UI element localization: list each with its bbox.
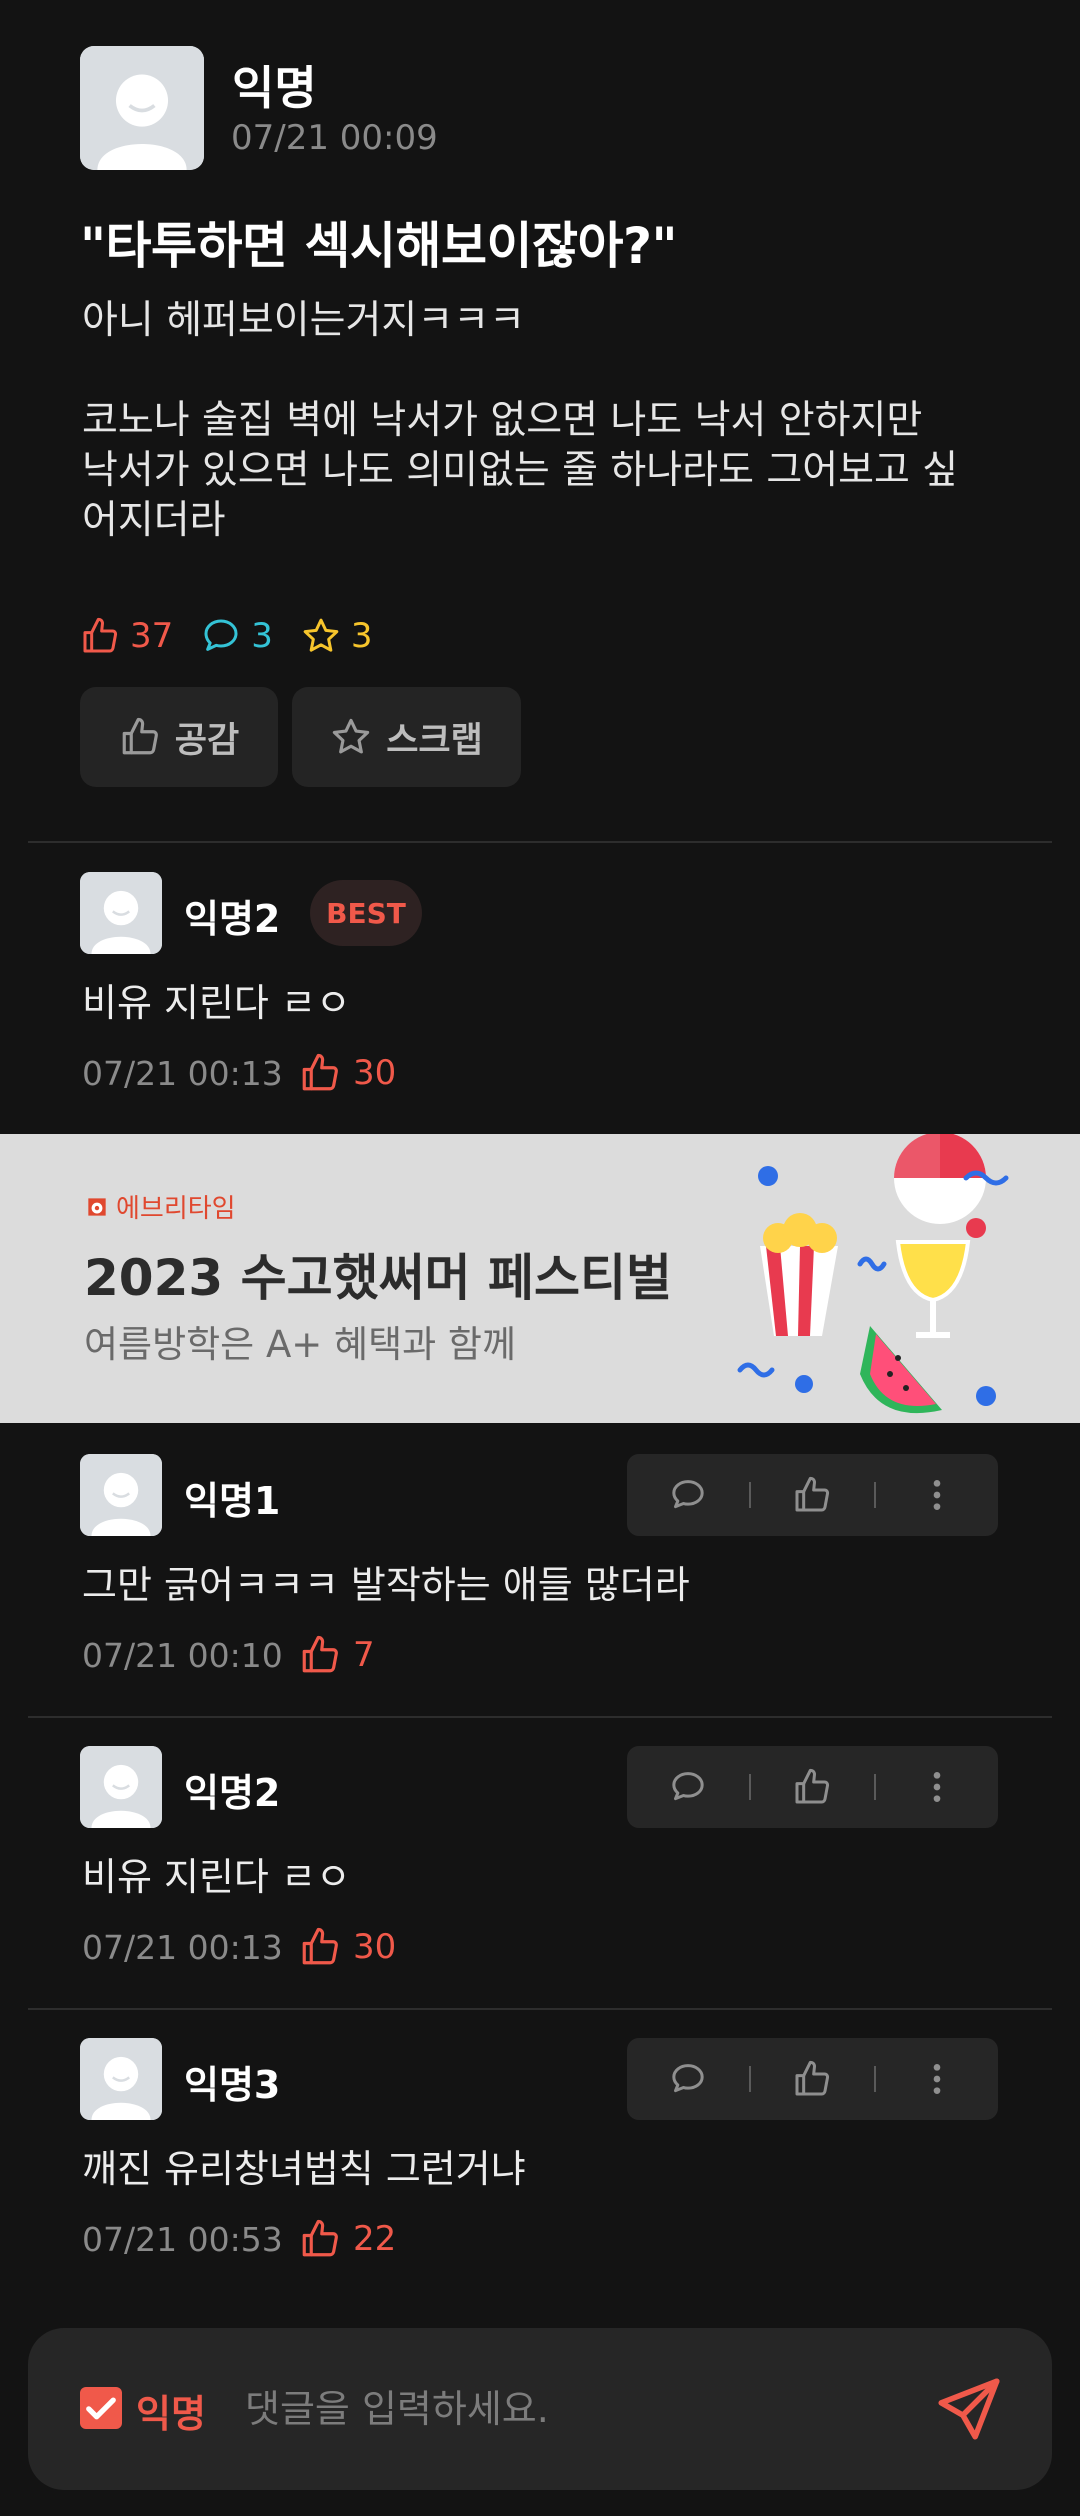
- more-vertical-icon: [933, 2064, 941, 2094]
- comment-icon: [672, 2064, 704, 2093]
- comment-actions: [627, 2038, 998, 2120]
- thumbs-up-icon: [795, 1476, 830, 1512]
- like-button[interactable]: 공감: [80, 687, 278, 787]
- thumbs-up-icon: [302, 1927, 338, 1965]
- comment-text: 비유 지린다 ㄹㅇ: [82, 1855, 351, 1899]
- send-button[interactable]: [932, 2372, 1006, 2446]
- anonymous-checkbox[interactable]: [80, 2387, 122, 2429]
- scrap-button-label: 스크랩: [386, 720, 483, 761]
- best-badge: BEST: [310, 880, 422, 946]
- comment-likes: 22: [299, 2218, 396, 2260]
- more-options-button[interactable]: [876, 1746, 998, 1828]
- like-count-value: 7: [353, 1635, 375, 1675]
- reply-button[interactable]: [627, 2038, 749, 2120]
- thumbs-up-icon: [122, 717, 158, 755]
- ad-brand-label: 에브리타임: [116, 1194, 236, 1224]
- post-scrap-count: 3: [301, 616, 373, 656]
- comment-actions: [627, 1746, 998, 1828]
- divider: [28, 2008, 1052, 2010]
- thumbs-up-icon: [795, 2060, 830, 2096]
- scrap-button[interactable]: 스크랩: [292, 687, 521, 787]
- divider: [28, 841, 1052, 843]
- reply-button[interactable]: [627, 1746, 749, 1828]
- comment-like-button[interactable]: [751, 1746, 873, 1828]
- star-icon: [332, 718, 370, 754]
- comment-icon: [672, 1772, 704, 1801]
- thumbs-up-icon: [302, 1635, 338, 1673]
- comment-actions: [627, 1454, 998, 1536]
- thumbs-up-icon: [83, 617, 118, 653]
- comment-author: 익명1: [184, 1479, 281, 1523]
- comment-author-avatar: [80, 1454, 162, 1536]
- post-title: "타투하면 섹시해보이잖아?": [80, 217, 678, 275]
- comment-time: 07/21 00:10: [82, 1636, 283, 1675]
- post-stats: 37 3 3: [80, 612, 401, 660]
- reply-button[interactable]: [627, 1454, 749, 1536]
- comment-like-button[interactable]: [751, 2038, 873, 2120]
- like-count-value: 37: [130, 616, 174, 656]
- comment-text: 깨진 유리창녀법칙 그런거냐: [82, 2147, 526, 2191]
- ad-brand: 에브리타임: [84, 1188, 236, 1225]
- summer-festival-illustration: [737, 1134, 1009, 1414]
- thumbs-up-icon: [302, 2219, 338, 2257]
- comment-author-avatar: [80, 2038, 162, 2120]
- send-icon: [938, 2378, 1000, 2440]
- best-comment-author: 익명2: [184, 897, 281, 941]
- comment-icon: [204, 619, 238, 651]
- like-button-label: 공감: [174, 720, 240, 761]
- like-count-value: 22: [353, 2219, 397, 2259]
- comment-input[interactable]: [243, 2378, 907, 2440]
- thumbs-up-icon: [302, 1053, 338, 1091]
- anonymous-label[interactable]: 익명: [136, 2383, 206, 2438]
- post-author-name: 익명: [232, 61, 317, 115]
- thumbs-up-icon: [795, 1768, 830, 1804]
- comment-time: 07/21 00:13: [82, 1928, 283, 1967]
- star-icon: [303, 618, 339, 652]
- everytime-logo-icon: [88, 1197, 106, 1216]
- post-timestamp: 07/21 00:09: [231, 118, 438, 158]
- comment-text: 그만 긁어ㅋㅋㅋ 발작하는 애들 많더라: [82, 1563, 690, 1607]
- like-count-value: 30: [353, 1927, 397, 1967]
- post-body: 아니 헤퍼보이는거지ㅋㅋㅋ 코노나 술집 벽에 낙서가 없으면 나도 낙서 안하…: [82, 298, 959, 543]
- comment-icon: [672, 1480, 704, 1509]
- scrap-count-value: 3: [350, 616, 373, 656]
- best-comment-likes: 30: [299, 1052, 396, 1094]
- comment-author: 익명2: [184, 1771, 281, 1815]
- more-options-button[interactable]: [876, 2038, 998, 2120]
- comment-author-avatar: [80, 872, 162, 954]
- best-comment-text: 비유 지린다 ㄹㅇ: [82, 981, 351, 1025]
- more-vertical-icon: [933, 1480, 941, 1510]
- best-comment-time: 07/21 00:13: [82, 1054, 283, 1093]
- ad-subtitle: 여름방학은 A+ 혜택과 함께: [84, 1323, 516, 1366]
- like-count-value: 30: [353, 1053, 397, 1093]
- comment-author: 익명3: [184, 2063, 281, 2107]
- comment-input-bar: 익명: [28, 2328, 1052, 2490]
- post-author-avatar: [80, 46, 204, 170]
- more-options-button[interactable]: [876, 1454, 998, 1536]
- more-vertical-icon: [933, 1772, 941, 1802]
- comment-like-button[interactable]: [751, 1454, 873, 1536]
- comment-likes: 7: [299, 1634, 375, 1676]
- ad-title: 2023 수고했써머 페스티벌: [84, 1249, 672, 1307]
- comment-likes: 30: [299, 1926, 396, 1968]
- ad-banner[interactable]: 에브리타임 2023 수고했써머 페스티벌 여름방학은 A+ 혜택과 함께: [0, 1134, 1080, 1423]
- comment-count-value: 3: [251, 616, 273, 656]
- check-icon: [86, 2397, 116, 2420]
- divider: [28, 1716, 1052, 1718]
- comment-author-avatar: [80, 1746, 162, 1828]
- comment-time: 07/21 00:53: [82, 2220, 283, 2259]
- post-like-count: 37: [80, 616, 173, 656]
- post-comment-count: 3: [201, 616, 273, 656]
